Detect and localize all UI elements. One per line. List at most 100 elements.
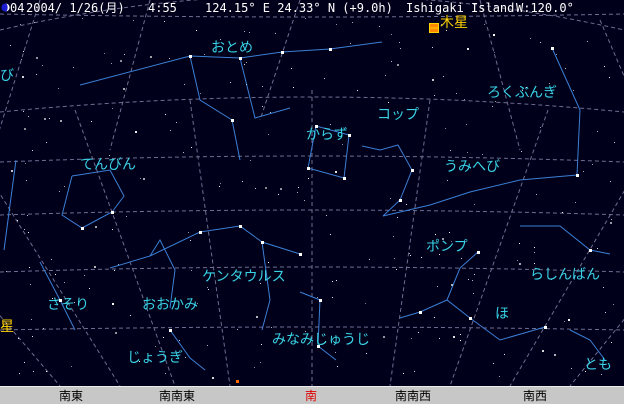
star — [399, 42, 400, 43]
constellation-label-corvus[interactable]: からず — [306, 128, 348, 142]
direction-south-southwest[interactable]: 南南西 — [395, 389, 431, 403]
star — [400, 48, 401, 49]
constellation-label-edge-west[interactable]: 星 — [0, 320, 14, 334]
bright-star — [329, 48, 332, 51]
star — [453, 336, 455, 338]
star — [587, 41, 588, 42]
star — [25, 163, 26, 164]
star — [42, 65, 43, 66]
star — [18, 338, 19, 339]
star — [268, 262, 269, 263]
star — [176, 122, 177, 123]
constellation-label-libra[interactable]: てんびん — [80, 158, 136, 172]
bright-star — [348, 134, 351, 137]
bright-star — [343, 177, 346, 180]
constellation-label-antlia[interactable]: ポンプ — [426, 240, 468, 254]
bright-star — [111, 211, 114, 214]
star — [60, 120, 62, 122]
red-star — [236, 380, 239, 383]
star — [521, 151, 522, 152]
star — [434, 317, 435, 318]
constellation-label-hydra[interactable]: うみへび — [444, 160, 500, 174]
star — [464, 99, 465, 100]
star — [135, 131, 137, 133]
star — [460, 334, 461, 335]
bright-star — [419, 311, 422, 314]
star — [254, 367, 255, 368]
star — [409, 253, 410, 254]
direction-southeast[interactable]: 南東 — [59, 389, 83, 403]
star — [601, 374, 602, 375]
star — [493, 34, 495, 36]
star — [536, 194, 537, 195]
star — [249, 32, 250, 33]
star — [332, 281, 333, 282]
star — [403, 373, 404, 374]
star — [605, 312, 606, 313]
star — [330, 234, 331, 235]
star — [610, 181, 611, 182]
constellation-label-lupus[interactable]: おおかみ — [142, 298, 198, 312]
star — [394, 258, 395, 259]
constellation-label-pyxis[interactable]: らしんばん — [530, 268, 600, 282]
star — [385, 75, 386, 76]
bright-star — [544, 326, 547, 329]
star — [207, 287, 208, 288]
constellation-label-vela[interactable]: ほ — [495, 307, 509, 321]
star — [365, 303, 366, 304]
bright-star — [81, 227, 84, 230]
constellation-label-centaurus[interactable]: ケンタウルス — [202, 270, 286, 284]
star — [366, 353, 367, 354]
star — [474, 274, 475, 275]
star — [597, 131, 598, 132]
star — [32, 336, 33, 337]
constellation-label-scorpius[interactable]: さそり — [47, 298, 89, 312]
star — [467, 152, 468, 153]
constellation-label-sextans[interactable]: ろくぶんぎ — [487, 86, 557, 100]
constellation-label-puppis[interactable]: とも — [584, 358, 612, 372]
star — [418, 332, 419, 333]
star — [305, 18, 306, 19]
star — [191, 147, 192, 148]
constellation-label-edge-east[interactable]: び — [0, 69, 14, 83]
star — [614, 142, 615, 143]
star — [397, 217, 398, 218]
star — [17, 220, 18, 221]
star — [256, 316, 258, 318]
star — [163, 337, 164, 338]
direction-south-southeast[interactable]: 南南東 — [159, 389, 195, 403]
jupiter-icon[interactable] — [429, 23, 439, 33]
star — [565, 68, 566, 69]
planet-label-jupiter[interactable]: 木星 — [440, 16, 468, 30]
star — [184, 84, 185, 85]
bright-star — [189, 55, 192, 58]
star — [571, 368, 572, 369]
sky-canvas[interactable] — [0, 0, 624, 386]
star — [492, 106, 493, 107]
star — [95, 226, 97, 228]
star — [435, 234, 436, 235]
direction-southwest[interactable]: 南西 — [523, 389, 547, 403]
star — [482, 154, 483, 155]
date-code: 04 — [10, 1, 25, 15]
star — [493, 363, 494, 364]
planetarium-view[interactable]: 04 2004/ 1/26(月) 4:55 124.15° E 24.33° N… — [0, 0, 624, 404]
star — [437, 286, 438, 287]
star — [396, 269, 397, 270]
constellation-label-crater[interactable]: コップ — [377, 108, 419, 122]
star — [255, 188, 256, 189]
star — [170, 130, 171, 131]
star — [575, 202, 576, 203]
star — [33, 371, 34, 372]
star — [603, 287, 604, 288]
constellation-label-norma[interactable]: じょうぎ — [127, 351, 183, 365]
star — [24, 128, 26, 130]
star — [71, 366, 72, 367]
direction-south[interactable]: 南 — [305, 389, 317, 403]
star — [484, 24, 485, 25]
constellation-label-virgo[interactable]: おとめ — [211, 41, 253, 55]
star — [28, 232, 29, 233]
star — [519, 263, 521, 265]
constellation-label-crux[interactable]: みなみじゅうじ — [272, 333, 370, 347]
bright-star — [576, 174, 579, 177]
